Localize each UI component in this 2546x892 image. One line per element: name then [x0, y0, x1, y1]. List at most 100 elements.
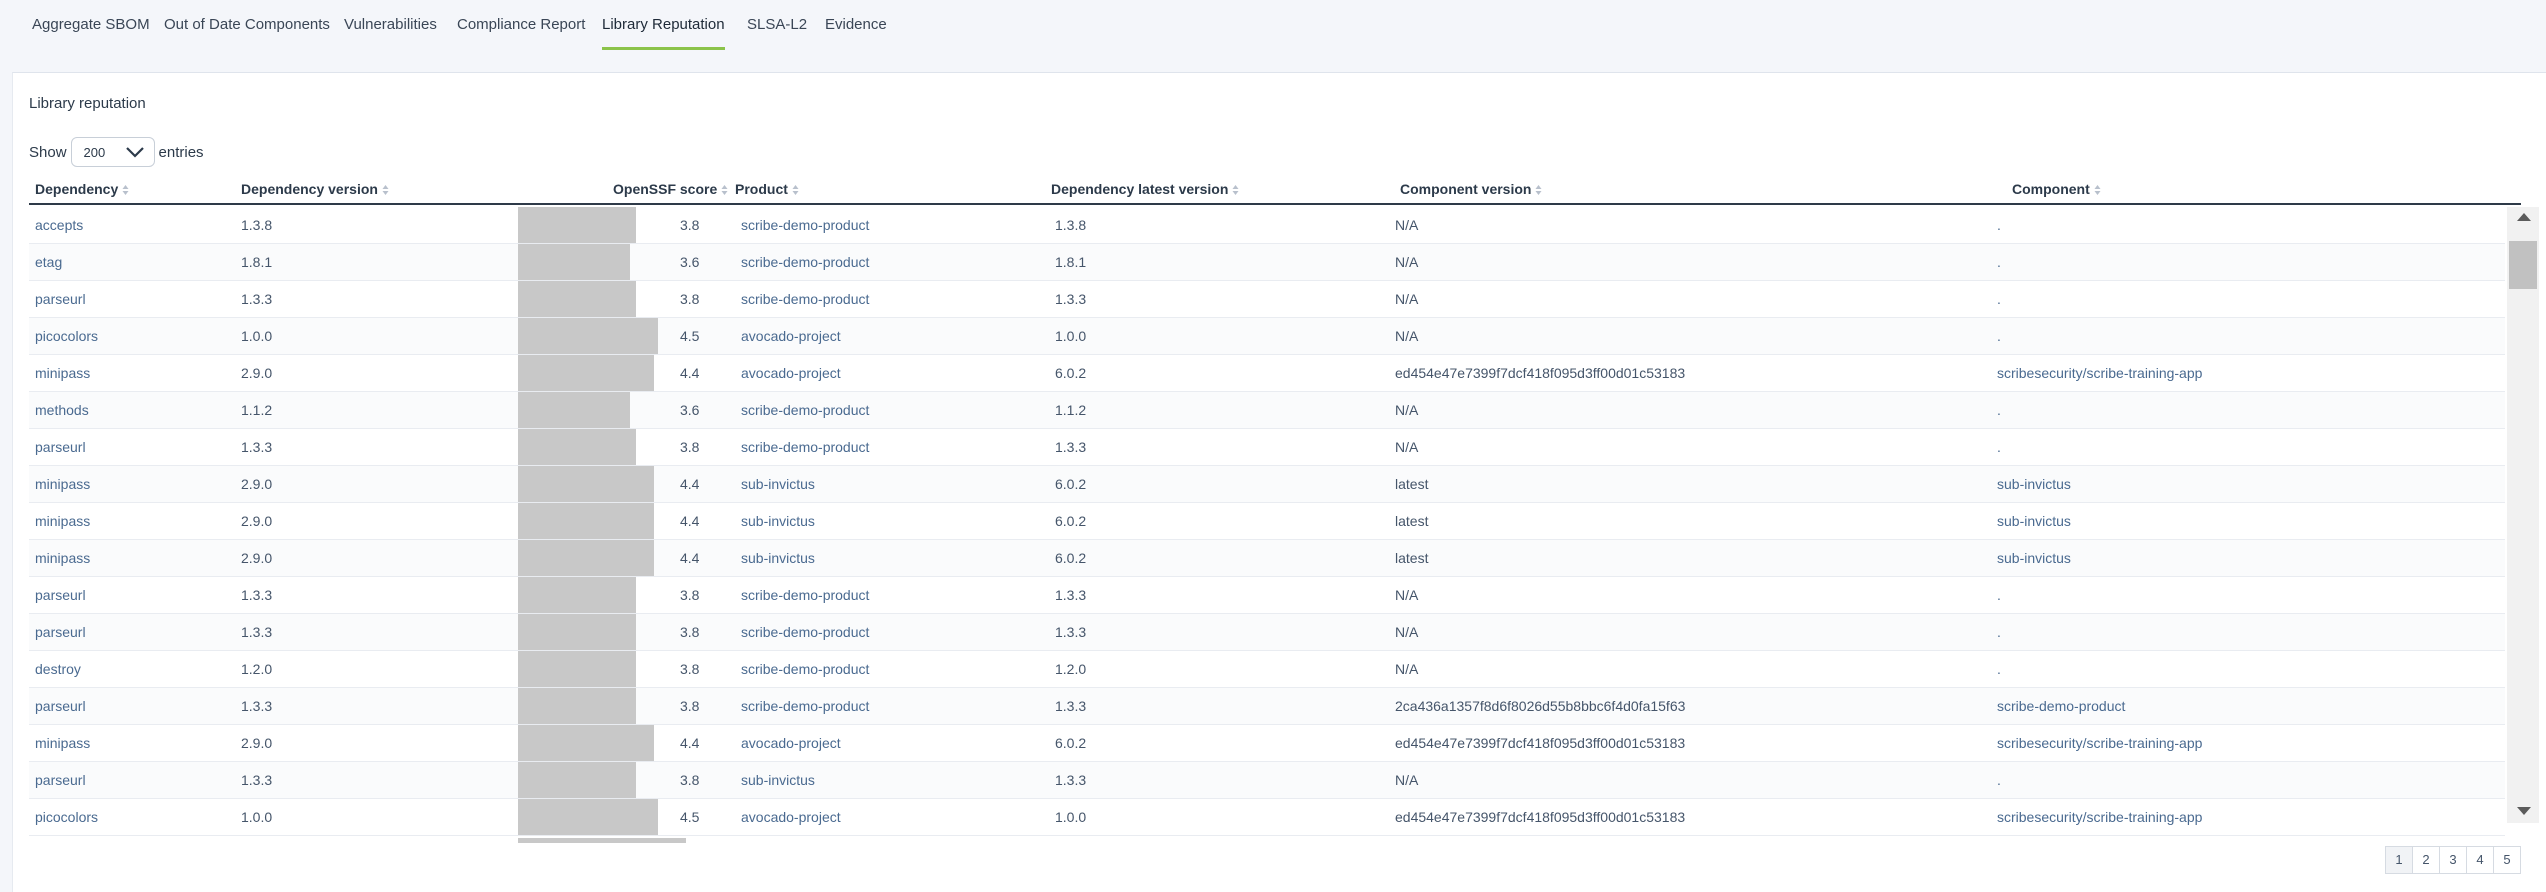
dependency-version: 1.3.3 — [241, 624, 273, 640]
dependency-link[interactable]: parseurl — [35, 587, 86, 603]
product-link[interactable]: scribe-demo-product — [741, 254, 869, 270]
product-link[interactable]: scribe-demo-product — [741, 217, 869, 233]
tab-slsa-l2[interactable]: SLSA-L2 — [747, 0, 807, 50]
dependency-link[interactable]: minipass — [35, 550, 90, 566]
table-row: etag 1.8.1 3.6 scribe-demo-product 1.8.1 N/A. — [29, 244, 2505, 281]
dependency-link[interactable]: parseurl — [35, 698, 86, 714]
openssf-score-value: 4.4 — [680, 365, 700, 381]
openssf-score-bar — [518, 799, 658, 835]
component-link[interactable]: . — [1997, 772, 2001, 788]
column-header-openssf-score[interactable]: OpenSSF score — [613, 181, 728, 197]
dependency-link[interactable]: etag — [35, 254, 62, 270]
product-link[interactable]: scribe-demo-product — [741, 291, 869, 307]
component-link[interactable]: . — [1997, 254, 2001, 270]
component-version: ed454e47e7399f7dcf418f095d3ff00d01c53183 — [1395, 735, 1686, 751]
tab-library-reputation[interactable]: Library Reputation — [602, 0, 725, 50]
tab-vulnerabilities[interactable]: Vulnerabilities — [344, 0, 437, 50]
component-link[interactable]: scribesecurity/scribe-training-app — [1997, 735, 2202, 751]
table-row: parseurl 1.3.3 3.8 scribe-demo-product 1.3.3… — [29, 688, 2505, 725]
dependency-link[interactable]: accepts — [35, 217, 83, 233]
table-header: Dependency Dependency version OpenSSF sc… — [29, 177, 2521, 205]
page-button-4[interactable]: 4 — [2466, 846, 2494, 874]
tab-compliance-report[interactable]: Compliance Report — [457, 0, 585, 50]
table-row: minipass 2.9.0 4.4 avocado-project 6.0.2 ed45… — [29, 355, 2505, 392]
sort-icon — [792, 185, 799, 196]
product-link[interactable]: scribe-demo-product — [741, 439, 869, 455]
scroll-up-arrow-icon[interactable] — [2517, 213, 2531, 221]
component-link[interactable]: . — [1997, 661, 2001, 677]
dependency-version: 1.8.1 — [241, 254, 273, 270]
component-link[interactable]: . — [1997, 217, 2001, 233]
scroll-down-arrow-icon[interactable] — [2517, 807, 2531, 815]
column-header-dependency-latest-version[interactable]: Dependency latest version — [1051, 181, 1239, 197]
dependency-version: 1.0.0 — [241, 328, 273, 344]
component-link[interactable]: scribe-demo-product — [1997, 698, 2125, 714]
entries-select[interactable]: 200 — [70, 137, 155, 167]
product-link[interactable]: scribe-demo-product — [741, 587, 869, 603]
component-link[interactable]: scribesecurity/scribe-training-app — [1997, 365, 2202, 381]
product-link[interactable]: avocado-project — [741, 809, 841, 825]
openssf-score-bar — [518, 355, 654, 391]
entries-select-value: 200 — [83, 145, 106, 160]
product-link[interactable]: scribe-demo-product — [741, 624, 869, 640]
column-header-component-version[interactable]: Component version — [1400, 181, 1542, 197]
dependency-link[interactable]: destroy — [35, 661, 81, 677]
product-link[interactable]: scribe-demo-product — [741, 661, 869, 677]
dependency-link[interactable]: parseurl — [35, 439, 86, 455]
scroll-thumb[interactable] — [2509, 241, 2537, 289]
product-link[interactable]: avocado-project — [741, 735, 841, 751]
component-link[interactable]: sub-invictus — [1997, 513, 2071, 529]
product-link[interactable]: avocado-project — [741, 328, 841, 344]
component-version: N/A — [1395, 402, 1419, 418]
openssf-score-value: 4.4 — [680, 513, 700, 529]
page-button-2[interactable]: 2 — [2412, 846, 2440, 874]
component-link[interactable]: . — [1997, 439, 2001, 455]
page-button-3[interactable]: 3 — [2439, 846, 2467, 874]
dependency-link[interactable]: minipass — [35, 735, 90, 751]
page-button-5[interactable]: 5 — [2493, 846, 2521, 874]
dependency-link[interactable]: minipass — [35, 365, 90, 381]
component-version: N/A — [1395, 587, 1419, 603]
component-link[interactable]: sub-invictus — [1997, 476, 2071, 492]
table-row: parseurl 1.3.3 3.8 scribe-demo-product 1.3.3… — [29, 614, 2505, 651]
product-link[interactable]: sub-invictus — [741, 513, 815, 529]
component-link[interactable]: . — [1997, 624, 2001, 640]
component-version: N/A — [1395, 217, 1419, 233]
component-link[interactable]: . — [1997, 328, 2001, 344]
component-link[interactable]: . — [1997, 402, 2001, 418]
dependency-link[interactable]: parseurl — [35, 772, 86, 788]
product-link[interactable]: scribe-demo-product — [741, 698, 869, 714]
product-link[interactable]: sub-invictus — [741, 550, 815, 566]
dependency-link[interactable]: parseurl — [35, 624, 86, 640]
page-button-1[interactable]: 1 — [2385, 846, 2413, 874]
column-header-dependency-version[interactable]: Dependency version — [241, 181, 389, 197]
product-link[interactable]: scribe-demo-product — [741, 402, 869, 418]
dependency-link[interactable]: minipass — [35, 476, 90, 492]
component-link[interactable]: scribesecurity/scribe-training-app — [1997, 809, 2202, 825]
component-link[interactable]: . — [1997, 291, 2001, 307]
component-version: ed454e47e7399f7dcf418f095d3ff00d01c53183 — [1395, 365, 1686, 381]
dependency-link[interactable]: methods — [35, 402, 89, 418]
component-link[interactable]: . — [1997, 587, 2001, 603]
tab-out-of-date-components[interactable]: Out of Date Components — [164, 0, 330, 50]
component-version: ed454e47e7399f7dcf418f095d3ff00d01c53183 — [1395, 809, 1686, 825]
column-header-product[interactable]: Product — [735, 181, 799, 197]
table-scrollbar[interactable] — [2507, 207, 2539, 823]
tab-aggregate-sbom[interactable]: Aggregate SBOM — [32, 0, 150, 50]
column-header-component[interactable]: Component — [2012, 181, 2101, 197]
column-header-dependency[interactable]: Dependency — [35, 181, 129, 197]
dependency-link[interactable]: picocolors — [35, 809, 98, 825]
tab-evidence[interactable]: Evidence — [825, 0, 887, 50]
dependency-link[interactable]: minipass — [35, 513, 90, 529]
product-link[interactable]: sub-invictus — [741, 772, 815, 788]
openssf-score-bar — [518, 207, 636, 243]
dependency-link[interactable]: picocolors — [35, 328, 98, 344]
product-link[interactable]: avocado-project — [741, 365, 841, 381]
column-header-label: Dependency — [35, 181, 119, 197]
product-link[interactable]: sub-invictus — [741, 476, 815, 492]
tab-bar: Aggregate SBOM Out of Date Components Vu… — [0, 0, 2546, 50]
openssf-score-bar — [518, 688, 636, 724]
openssf-score-value: 3.8 — [680, 587, 700, 603]
dependency-link[interactable]: parseurl — [35, 291, 86, 307]
component-link[interactable]: sub-invictus — [1997, 550, 2071, 566]
